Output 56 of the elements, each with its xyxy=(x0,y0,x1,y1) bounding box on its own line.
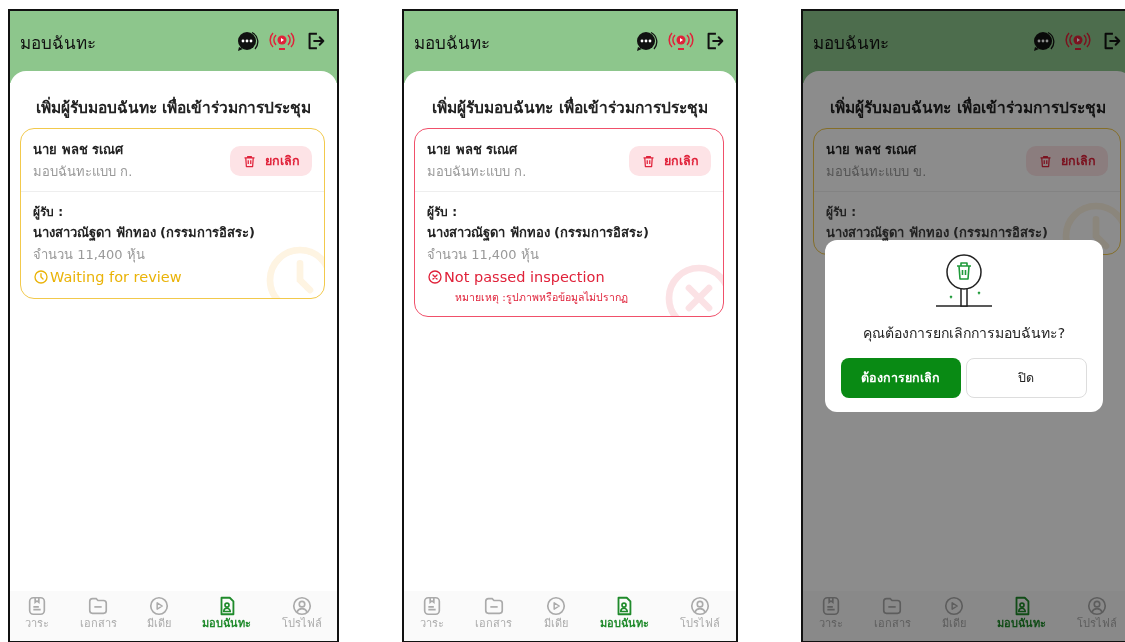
header-title: มอบฉันทะ xyxy=(414,32,490,55)
trash-icon xyxy=(1038,153,1053,169)
header-title: มอบฉันทะ xyxy=(20,32,96,55)
recipient-label: ผู้รับ : xyxy=(33,204,64,222)
confirm-button[interactable]: ต้องการยกเลิก xyxy=(841,358,961,398)
play-circle-icon xyxy=(148,595,171,617)
trash-icon xyxy=(242,153,257,169)
clock-icon xyxy=(33,269,49,285)
header-title: มอบฉันทะ xyxy=(813,32,889,55)
nav-tab[interactable]: มอบฉันทะ xyxy=(997,595,1047,631)
chat-icon[interactable] xyxy=(235,29,259,53)
proxy-type: มอบฉันทะแบบ ข. xyxy=(826,163,927,181)
cancel-button[interactable]: ยกเลิก xyxy=(230,146,312,176)
proxy-type: มอบฉันทะแบบ ก. xyxy=(33,163,133,181)
recipient-name: นางสาวณัฐดา ฟักทอง (กรรมการอิสระ) xyxy=(33,224,256,243)
nav-tab[interactable]: เอกสาร xyxy=(79,595,117,631)
recipient-name: นางสาวณัฐดา ฟักทอง (กรรมการอิสระ) xyxy=(427,224,650,243)
status-text: Not passed inspection xyxy=(444,268,605,287)
play-circle-icon xyxy=(545,595,567,617)
recipient-label: ผู้รับ : xyxy=(427,204,458,222)
share-amount: จำนวน 11,400 หุ้น xyxy=(427,246,540,265)
user-circle-icon xyxy=(689,595,712,617)
trash-icon xyxy=(641,153,656,169)
user-circle-icon xyxy=(1086,595,1109,617)
page-heading: เพิ่มผู้รับมอบฉันทะ เพื่อเข้าร่วมการประชุม xyxy=(404,71,736,116)
proxy-type: มอบฉันทะแบบ ก. xyxy=(427,163,527,181)
nav-tab[interactable]: โปรไฟล์ xyxy=(680,595,721,631)
nav-tab[interactable]: โปรไฟล์ xyxy=(281,595,322,631)
play-circle-icon xyxy=(942,595,965,617)
page-heading: เพิ่มผู้รับมอบฉันทะ เพื่อเข้าร่วมการประชุม xyxy=(10,71,337,116)
folder-icon xyxy=(87,595,110,617)
x-circle-icon xyxy=(427,269,443,285)
user-circle-icon xyxy=(290,595,313,617)
nav-tab[interactable]: มอบฉันทะ xyxy=(599,595,649,631)
share-amount: จำนวน 11,400 หุ้น xyxy=(33,246,146,265)
proxy-name: นาย พลช รเณศ xyxy=(427,141,519,159)
nav-tab[interactable]: เอกสาร xyxy=(475,595,513,631)
nav-tab[interactable]: วาระ xyxy=(419,595,444,631)
nav-tab[interactable]: วาระ xyxy=(25,595,50,631)
nav-tab[interactable]: มีเดีย xyxy=(147,595,172,631)
folder-icon xyxy=(881,595,904,617)
status-note: หมายเหตุ :รูปภาพหรือข้อมูลไม่ปรากฏ xyxy=(454,290,629,306)
status-text: Waiting for review xyxy=(50,268,182,287)
recipient-name: นางสาวณัฐดา ฟักทอง (กรรมการอิสระ) xyxy=(826,224,1049,243)
cancel-button[interactable]: ยกเลิก xyxy=(629,146,711,176)
folder-icon xyxy=(482,595,505,617)
recipient-label: ผู้รับ : xyxy=(826,204,857,222)
proxy-name: นาย พลช รเณศ xyxy=(33,141,125,159)
proxy-name: นาย พลช รเณศ xyxy=(826,141,918,159)
chat-icon[interactable] xyxy=(634,29,658,53)
close-button[interactable]: ปิด xyxy=(965,358,1087,398)
page-heading: เพิ่มผู้รับมอบฉันทะ เพื่อเข้าร่วมการประชุม xyxy=(803,71,1125,116)
cancel-button[interactable]: ยกเลิก xyxy=(1026,146,1108,176)
dialog-question: คุณต้องการยกเลิกการมอบฉันทะ? xyxy=(862,324,1066,344)
nav-tab[interactable]: มีเดีย xyxy=(544,595,568,631)
nav-tab[interactable]: มอบฉันทะ xyxy=(202,595,252,631)
